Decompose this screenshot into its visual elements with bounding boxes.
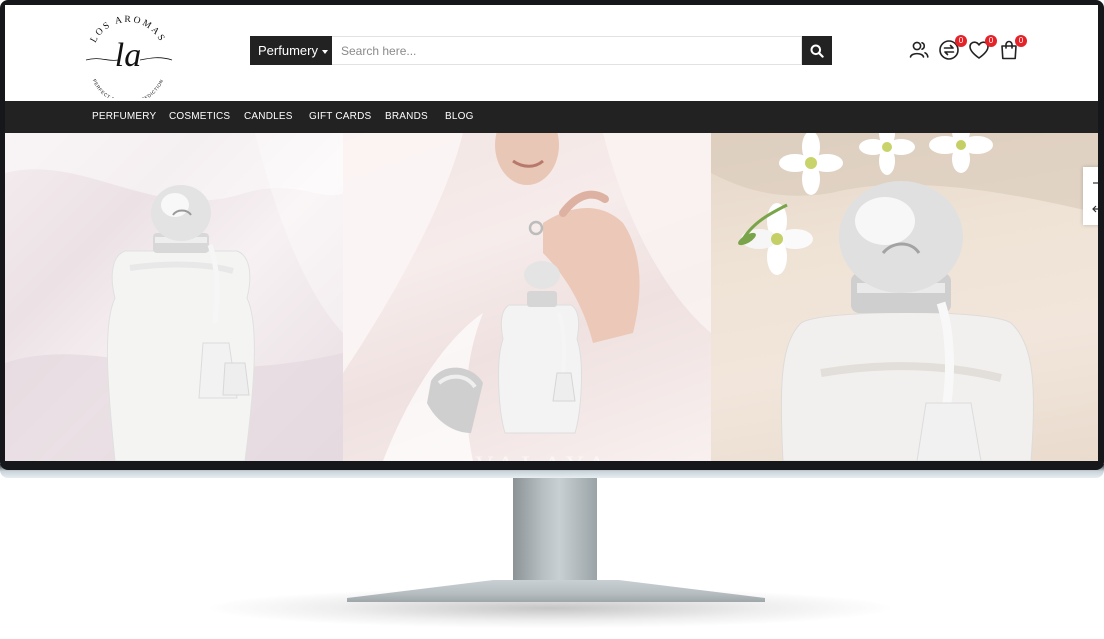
cart-button[interactable]: 0 xyxy=(997,35,1027,62)
nav-item-perfumery[interactable]: PERFUMERY xyxy=(92,101,156,133)
hero-banner[interactable]: VALAYA xyxy=(5,133,1098,461)
banner-panel-model xyxy=(343,133,711,461)
perfume-bottle-image xyxy=(5,133,343,461)
compare-button[interactable]: 0 xyxy=(937,35,967,62)
search-button[interactable] xyxy=(802,36,832,65)
monitor-bezel: LOS AROMAS la PERFECT PERFUME PREDICTION… xyxy=(0,0,1104,470)
perfume-closeup-flowers-image xyxy=(711,133,1098,461)
banner-panel-bottle-silk xyxy=(5,133,343,461)
search-input[interactable] xyxy=(332,36,802,65)
arrow-left-icon xyxy=(1092,182,1098,213)
cart-count-badge: 0 xyxy=(1015,35,1027,47)
compare-count-badge: 0 xyxy=(955,35,967,47)
header-icons: 0 0 0 xyxy=(905,35,1027,64)
nav-item-candles[interactable]: CANDLES xyxy=(244,101,293,133)
nav-item-brands[interactable]: BRANDS xyxy=(385,101,428,133)
search-icon xyxy=(810,44,824,58)
users-icon xyxy=(909,41,929,58)
monitor-stand-neck xyxy=(513,474,597,586)
wishlist-count-badge: 0 xyxy=(985,35,997,47)
caret-down-icon xyxy=(321,49,328,54)
nav-item-gift-cards[interactable]: GIFT CARDS xyxy=(309,101,371,133)
side-widget-tab[interactable] xyxy=(1083,167,1098,225)
nav-item-blog[interactable]: BLOG xyxy=(445,101,474,133)
nav-item-cosmetics[interactable]: COSMETICS xyxy=(169,101,230,133)
account-button[interactable] xyxy=(907,38,931,62)
model-with-perfume-image xyxy=(343,133,711,461)
site-header: LOS AROMAS la PERFECT PERFUME PREDICTION… xyxy=(5,5,1098,101)
category-dropdown[interactable]: Perfumery xyxy=(250,36,332,65)
logo-bottom-text: PERFECT PERFUME PREDICTION xyxy=(92,78,164,98)
banner-panel-flowers xyxy=(711,133,1098,461)
logo-monogram: la xyxy=(115,37,141,74)
banner-caption: VALAYA xyxy=(475,451,612,461)
main-nav: PERFUMERY COSMETICS CANDLES GIFT CARDS B… xyxy=(5,101,1098,133)
category-dropdown-label: Perfumery xyxy=(258,43,318,58)
monitor-stand-base xyxy=(347,580,765,602)
svg-text:PERFECT PERFUME PREDICTION: PERFECT PERFUME PREDICTION xyxy=(92,78,165,98)
search-bar: Perfumery xyxy=(250,36,832,65)
wishlist-button[interactable]: 0 xyxy=(967,35,997,62)
los-aromas-logo[interactable]: LOS AROMAS la PERFECT PERFUME PREDICTION xyxy=(78,10,178,98)
website-screen: LOS AROMAS la PERFECT PERFUME PREDICTION… xyxy=(5,5,1098,461)
